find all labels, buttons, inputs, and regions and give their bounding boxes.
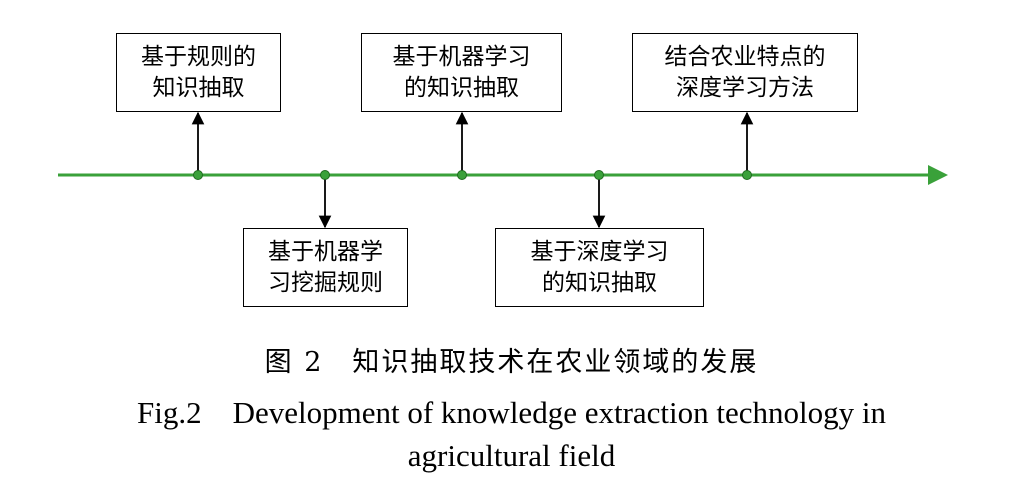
figure-caption-chinese: 图 2 知识抽取技术在农业领域的发展 [264,347,759,378]
event-box-line: 基于规则的 [141,43,256,70]
figure-caption-english-line2: agricultural field [407,438,616,473]
event-box-agri-dl: 结合农业特点的 深度学习方法 [632,33,858,112]
timeline-arrowhead [928,165,948,185]
timeline-node-agri-dl [742,170,752,180]
timeline-node-rule-based [193,170,203,180]
event-box-rule-based: 基于规则的 知识抽取 [116,33,281,112]
event-box-ml-extraction: 基于机器学习 的知识抽取 [361,33,562,112]
event-box-line: 结合农业特点的 [664,43,826,70]
event-box-line: 基于机器学 [268,238,383,265]
event-box-ml-rule-mining: 基于机器学习挖掘规则 [243,228,408,307]
event-box-line: 的知识抽取 [404,74,519,101]
timeline-node-dl-extraction [594,170,604,180]
figure-caption-english: Fig.2 Development of knowledge extractio… [0,391,1023,477]
event-box-line: 习挖掘规则 [268,269,383,296]
event-box-line: 基于深度学习 [530,238,669,265]
event-box-line: 的知识抽取 [542,269,657,296]
timeline-node-ml-rule-mining [320,170,330,180]
event-box-line: 知识抽取 [152,74,245,101]
event-box-line: 基于机器学习 [392,43,531,70]
event-box-line: 深度学习方法 [676,74,814,101]
event-box-dl-extraction: 基于深度学习 的知识抽取 [495,228,704,307]
figure-caption-english-line1: Fig.2 Development of knowledge extractio… [137,395,886,430]
timeline-node-ml-extraction [457,170,467,180]
